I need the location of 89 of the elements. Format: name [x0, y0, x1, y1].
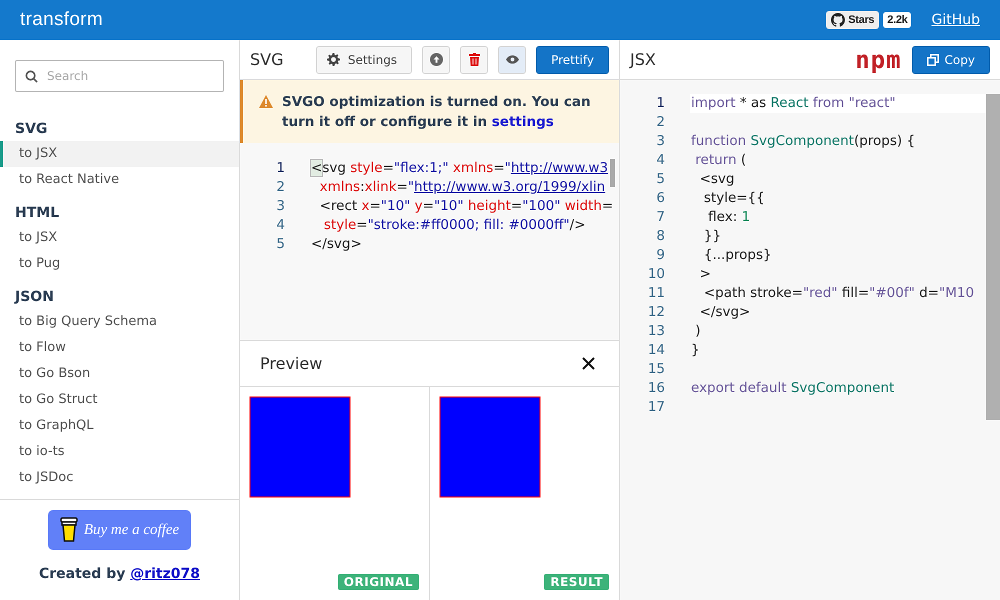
- cup-icon: [60, 517, 78, 543]
- code-line: <svg style="flex:1;" xmlns="http://www.w3: [311, 159, 608, 178]
- code-line: >: [698, 265, 711, 284]
- code-line: function SvgComponent(props) {: [691, 132, 916, 151]
- section-heading: HTML: [14, 204, 60, 223]
- eye-icon: [506, 55, 519, 64]
- copy-button[interactable]: Copy: [912, 46, 990, 74]
- line-number: 7: [655, 208, 665, 227]
- warning-message: SVGO optimization is turned on. You can turn it off or configure it in settings: [282, 93, 592, 132]
- close-button[interactable]: [582, 357, 595, 370]
- line-number: 2: [275, 178, 285, 197]
- line-number: 12: [646, 303, 665, 322]
- line-number: 1: [655, 94, 665, 113]
- preview-toggle-button[interactable]: [498, 46, 526, 74]
- sidebar-item[interactable]: to GraphQL: [0, 413, 239, 439]
- author-link[interactable]: @ritz078: [130, 566, 200, 582]
- sidebar-item[interactable]: to Big Query Schema: [0, 309, 239, 335]
- sidebar-item[interactable]: to io-ts: [0, 439, 239, 465]
- buy-me-a-coffee-button[interactable]: Buy me a coffee: [48, 510, 191, 550]
- preview-badge: ORIGINAL: [338, 574, 419, 590]
- search-field[interactable]: Search: [15, 60, 224, 92]
- line-number: 5: [275, 235, 285, 254]
- sidebar-item[interactable]: to Flow: [0, 335, 239, 361]
- code-line: <svg: [698, 170, 734, 189]
- sidebar-item[interactable]: to Pug: [0, 251, 239, 277]
- code-line: export default SvgComponent: [691, 379, 894, 398]
- sidebar-item[interactable]: to JSDoc: [0, 465, 239, 491]
- copy-icon: [926, 54, 939, 66]
- preview-badge: RESULT: [544, 574, 609, 590]
- code-line: }: [691, 341, 700, 360]
- line-number: 13: [646, 322, 665, 341]
- code-line: </svg>: [311, 235, 362, 254]
- search-icon: [25, 70, 38, 83]
- line-number: 9: [655, 246, 665, 265]
- code-line: ): [694, 322, 701, 341]
- code-line: style="stroke:#ff0000; fill: #0000ff"/>: [322, 216, 586, 235]
- app-logo[interactable]: transform: [20, 9, 103, 31]
- github-icon: [831, 13, 846, 27]
- sidebar-item[interactable]: to React Native: [0, 167, 239, 193]
- sidebar-item[interactable]: to Go Bson: [0, 361, 239, 387]
- delete-button[interactable]: [460, 46, 488, 74]
- panel-title: SVG: [250, 50, 284, 69]
- sidebar-item[interactable]: to Go Struct: [0, 387, 239, 413]
- line-number: 14: [646, 341, 665, 360]
- stars-count: 2.2k: [883, 12, 912, 28]
- upload-icon: [430, 53, 443, 66]
- prettify-button[interactable]: Prettify: [536, 46, 609, 74]
- code-line: flex: 1: [707, 208, 750, 227]
- line-number: 3: [275, 197, 285, 216]
- code-line: <path stroke="red" fill="#00f" d="M10: [702, 284, 974, 303]
- line-number: 5: [655, 170, 665, 189]
- close-icon: [582, 357, 595, 370]
- line-number: 8: [655, 227, 665, 246]
- section-heading: SVG: [14, 120, 48, 139]
- code-line: }}: [702, 227, 722, 246]
- line-number: 1: [275, 159, 285, 178]
- upload-button[interactable]: [422, 46, 450, 74]
- preview-title: Preview: [260, 354, 322, 373]
- scrollbar[interactable]: [986, 94, 1000, 420]
- line-number: 15: [646, 360, 665, 379]
- settings-button[interactable]: Settings: [316, 46, 412, 74]
- warning-icon: [259, 95, 273, 108]
- stars-label: Stars: [848, 14, 874, 26]
- trash-icon: [468, 53, 480, 66]
- code-line: <rect x="10" y="10" height="100" width=: [318, 197, 614, 216]
- code-line: {...props}: [702, 246, 772, 265]
- sidebar-item[interactable]: to JSX: [0, 225, 239, 251]
- github-link[interactable]: GitHub: [931, 12, 980, 28]
- line-number: 4: [655, 151, 665, 170]
- sidebar-item[interactable]: to JSX: [0, 141, 239, 167]
- line-number: 10: [646, 265, 665, 284]
- settings-icon: [326, 53, 340, 66]
- line-number: 6: [655, 189, 665, 208]
- code-line: style={{: [702, 189, 765, 208]
- code-line: xmlns:xlink="http://www.w3.org/1999/xlin: [318, 178, 606, 197]
- scrollbar[interactable]: [610, 159, 615, 187]
- line-number: 16: [646, 379, 665, 398]
- line-number: 17: [646, 398, 665, 417]
- section-heading: JSON: [13, 288, 55, 307]
- panel-title: JSX: [630, 50, 656, 69]
- svg-code-editor[interactable]: 1 <svg style="flex:1;" xmlns="http://www.w3 2 xmlns:xlink="http://www.w3.org/1999/xlin 3 <rect x="10" y="10" height="100" width= 4 style="stroke:#ff0000; fill: #0000ff"/> 5 </svg>: [240, 143, 619, 340]
- line-number: 3: [655, 132, 665, 151]
- settings-link[interactable]: settings: [492, 114, 554, 130]
- line-number: 11: [646, 284, 665, 303]
- code-line: </svg>: [698, 303, 750, 322]
- line-number: 4: [275, 216, 285, 235]
- credit-text: Created by: [38, 566, 126, 582]
- code-line: return (: [694, 151, 746, 170]
- line-number: 2: [655, 113, 665, 132]
